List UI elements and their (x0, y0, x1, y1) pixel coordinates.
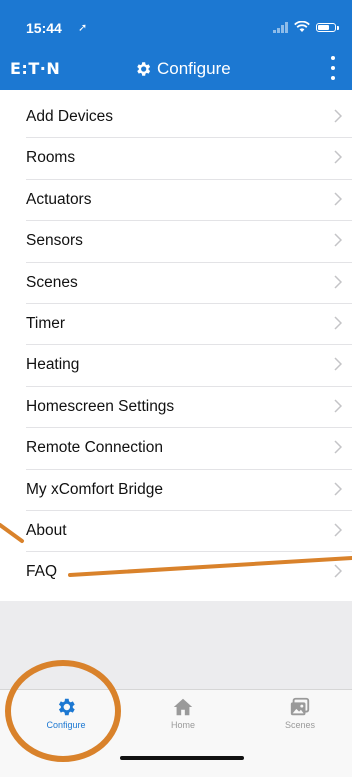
chevron-right-icon (334, 564, 342, 578)
menu-item-label: Rooms (26, 149, 76, 167)
tab-label: Home (170, 720, 195, 730)
tab-bar: Configure Home Scenes (0, 689, 352, 777)
chevron-right-icon (334, 440, 342, 454)
configure-menu: Add Devices Rooms Actuators Sensors Scen… (0, 97, 352, 594)
menu-item-label: Homescreen Settings (26, 397, 175, 415)
menu-item-label: Heating (26, 356, 80, 374)
scenes-icon (290, 697, 310, 716)
chevron-right-icon (334, 275, 342, 289)
chevron-right-icon (334, 481, 342, 496)
menu-item-rooms[interactable]: Rooms (26, 138, 352, 180)
tab-home[interactable]: Home (143, 696, 223, 730)
chevron-right-icon (334, 233, 342, 247)
tab-label: Configure (46, 720, 86, 730)
chevron-right-icon (334, 109, 342, 123)
wifi-icon (294, 21, 310, 32)
chevron-right-icon (334, 399, 342, 413)
status-bar: 15:44 ➚ (0, 0, 352, 44)
menu-item-homescreen-settings[interactable]: Homescreen Settings (26, 387, 352, 429)
menu-item-label: Timer (26, 314, 66, 332)
battery-icon (316, 22, 339, 32)
menu-item-scenes[interactable]: Scenes (26, 263, 352, 304)
gear-icon (58, 698, 75, 716)
menu-item-my-xcomfort-bridge[interactable]: My xComfort Bridge (26, 470, 352, 511)
menu-item-timer[interactable]: Timer (26, 304, 352, 346)
tab-scenes[interactable]: Scenes (260, 696, 340, 730)
chevron-right-icon (334, 316, 342, 330)
app-header: 15:44 ➚ E:T·N Configure (0, 0, 352, 90)
menu-item-label: Scenes (26, 273, 78, 291)
status-icons (273, 20, 339, 34)
tab-configure[interactable]: Configure (26, 696, 106, 730)
menu-item-label: Add Devices (26, 108, 114, 125)
menu-item-remote-connection[interactable]: Remote Connection (26, 428, 352, 470)
menu-item-label: Sensors (26, 232, 83, 250)
nav-bar: E:T·N Configure (0, 50, 352, 90)
menu-item-label: My xComfort Bridge (26, 480, 163, 498)
location-arrow-icon: ➚ (78, 22, 88, 34)
menu-item-label: Actuators (26, 190, 92, 208)
page-title: Configure (157, 59, 231, 78)
chevron-right-icon (334, 357, 342, 371)
menu-item-faq[interactable]: FAQ (26, 552, 352, 593)
cellular-signal-icon (273, 21, 288, 33)
gear-icon (137, 62, 151, 76)
home-indicator[interactable] (120, 756, 244, 760)
menu-item-actuators[interactable]: Actuators (26, 180, 352, 222)
home-icon (173, 698, 193, 716)
menu-item-about[interactable]: About (26, 511, 352, 553)
menu-item-heating[interactable]: Heating (26, 345, 352, 387)
chevron-right-icon (334, 150, 342, 164)
empty-background (0, 601, 352, 689)
menu-item-label: FAQ (26, 563, 58, 581)
menu-item-add-devices[interactable]: Add Devices (26, 97, 352, 139)
status-time: 15:44 (26, 20, 62, 36)
menu-item-label: About (26, 521, 67, 539)
menu-item-sensors[interactable]: Sensors (26, 221, 352, 263)
eaton-logo: E:T·N (10, 59, 61, 78)
chevron-right-icon (334, 523, 342, 537)
more-options-button[interactable] (328, 56, 338, 80)
page-title-group: Configure (134, 59, 231, 79)
chevron-right-icon (334, 192, 342, 206)
tab-label: Scenes (284, 720, 316, 730)
menu-item-label: Remote Connection (26, 439, 163, 457)
